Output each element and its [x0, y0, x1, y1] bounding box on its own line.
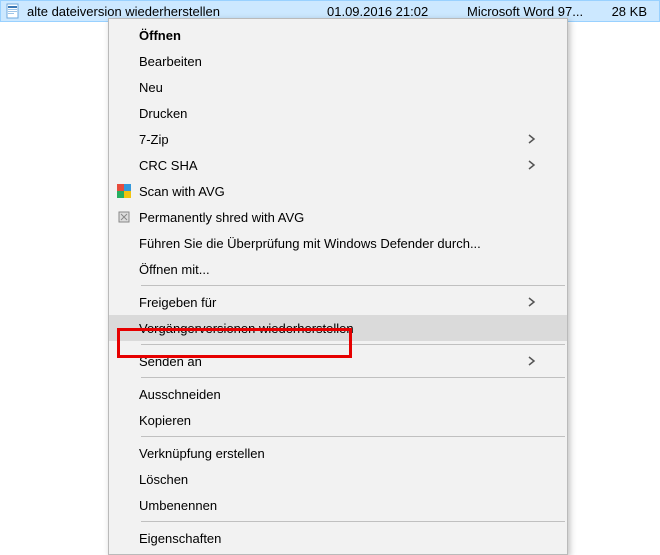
menu-label: Bearbeiten [139, 54, 539, 69]
menu-label: Kopieren [139, 413, 539, 428]
avg-shred-icon [109, 210, 139, 224]
menu-label: Scan with AVG [139, 184, 539, 199]
menu-separator [141, 377, 565, 378]
menu-label: Öffnen mit... [139, 262, 539, 277]
submenu-arrow-icon [525, 134, 539, 144]
menu-label: Umbenennen [139, 498, 539, 513]
menu-label: Permanently shred with AVG [139, 210, 539, 225]
menu-label: Eigenschaften [139, 531, 539, 546]
menu-send-to[interactable]: Senden an [109, 348, 567, 374]
menu-label: Senden an [139, 354, 525, 369]
submenu-arrow-icon [525, 356, 539, 366]
avg-scan-icon [109, 184, 139, 198]
menu-separator [141, 285, 565, 286]
menu-rename[interactable]: Umbenennen [109, 492, 567, 518]
menu-label: Neu [139, 80, 539, 95]
menu-label: Ausschneiden [139, 387, 539, 402]
menu-separator [141, 436, 565, 437]
submenu-arrow-icon [525, 297, 539, 307]
menu-crc-sha[interactable]: CRC SHA [109, 152, 567, 178]
submenu-arrow-icon [525, 160, 539, 170]
menu-open[interactable]: Öffnen [109, 22, 567, 48]
menu-print[interactable]: Drucken [109, 100, 567, 126]
menu-create-shortcut[interactable]: Verknüpfung erstellen [109, 440, 567, 466]
menu-separator [141, 344, 565, 345]
word-doc-icon [5, 3, 21, 19]
menu-cut[interactable]: Ausschneiden [109, 381, 567, 407]
menu-label: 7-Zip [139, 132, 525, 147]
menu-label: Freigeben für [139, 295, 525, 310]
menu-label: Verknüpfung erstellen [139, 446, 539, 461]
menu-share[interactable]: Freigeben für [109, 289, 567, 315]
context-menu: Öffnen Bearbeiten Neu Drucken 7-Zip CRC … [108, 18, 568, 555]
menu-open-with[interactable]: Öffnen mit... [109, 256, 567, 282]
menu-label: Führen Sie die Überprüfung mit Windows D… [139, 236, 539, 251]
menu-7zip[interactable]: 7-Zip [109, 126, 567, 152]
menu-label: Öffnen [139, 28, 539, 43]
menu-label: Löschen [139, 472, 539, 487]
menu-label: Drucken [139, 106, 539, 121]
menu-scan-avg[interactable]: Scan with AVG [109, 178, 567, 204]
file-type: Microsoft Word 97... [467, 4, 607, 19]
file-date: 01.09.2016 21:02 [327, 4, 467, 19]
file-name: alte dateiversion wiederherstellen [27, 4, 327, 19]
menu-shred-avg[interactable]: Permanently shred with AVG [109, 204, 567, 230]
menu-label: Vorgängerversionen wiederherstellen [139, 321, 539, 336]
menu-label: CRC SHA [139, 158, 525, 173]
menu-defender[interactable]: Führen Sie die Überprüfung mit Windows D… [109, 230, 567, 256]
menu-edit[interactable]: Bearbeiten [109, 48, 567, 74]
file-size: 28 KB [607, 4, 655, 19]
menu-separator [141, 521, 565, 522]
menu-new[interactable]: Neu [109, 74, 567, 100]
menu-restore-previous-versions[interactable]: Vorgängerversionen wiederherstellen [109, 315, 567, 341]
menu-delete[interactable]: Löschen [109, 466, 567, 492]
menu-copy[interactable]: Kopieren [109, 407, 567, 433]
menu-properties[interactable]: Eigenschaften [109, 525, 567, 551]
